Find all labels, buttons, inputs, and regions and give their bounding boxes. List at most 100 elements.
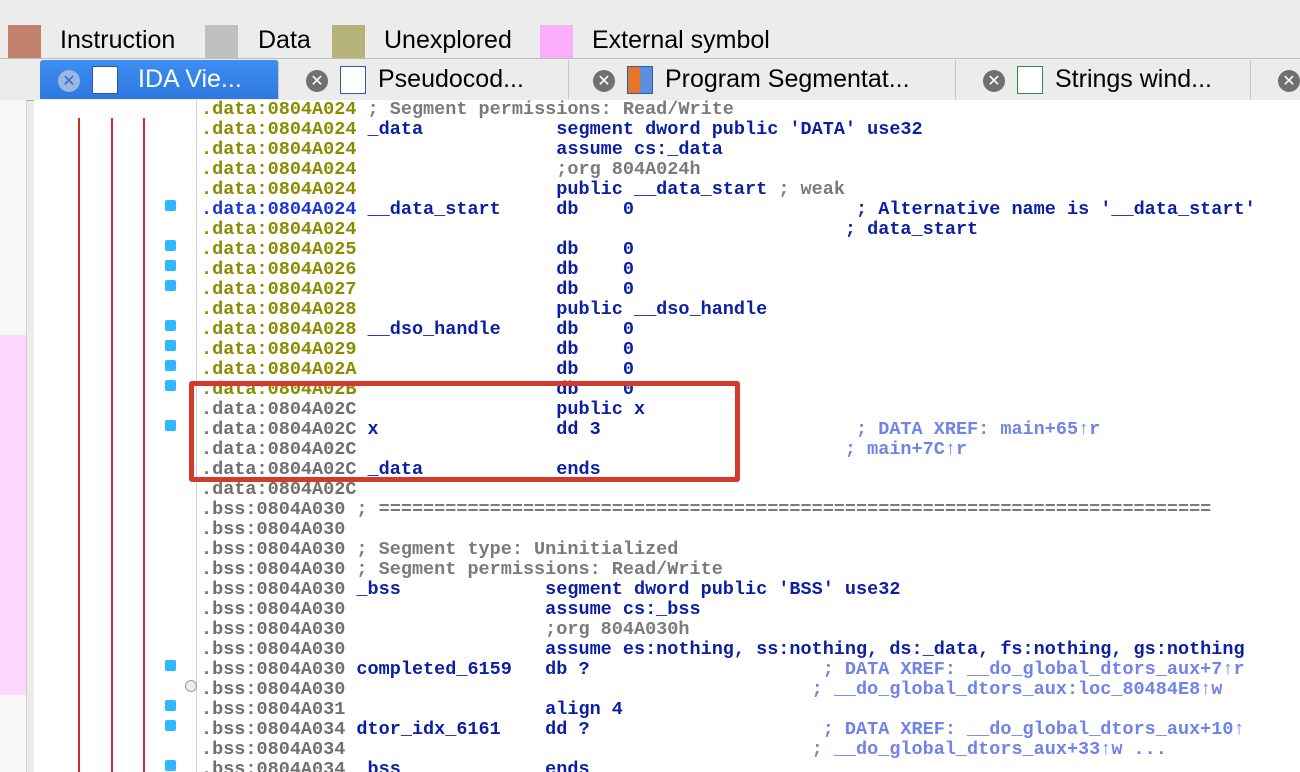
line-comment: ; DATA XREF: main+65↑r [856,419,1101,440]
listing-line[interactable]: .bss:0804A030 assume cs:_bss [201,600,701,620]
breakpoint-dot[interactable] [165,340,176,351]
line-address: .bss:0804A030 [201,679,346,700]
close-icon[interactable]: ✕ [983,70,1005,92]
line-comment: ; weak [778,179,845,200]
line-text: ; Segment type: Uninitialized [345,539,679,560]
breakpoint-dot[interactable] [165,720,176,731]
listing-line[interactable]: .data:0804A024 ;org 804A024h [201,160,701,180]
line-address: .bss:0804A034 [201,719,346,740]
listing-line[interactable]: .data:0804A027 db 0 [201,280,634,300]
line-address: .data:0804A024 [201,159,357,180]
line-comment: ; Alternative name is '__data_start' [856,199,1256,220]
listing-line[interactable]: .bss:0804A034 ; __do_global_dtors_aux+33… [201,740,1167,760]
listing-line[interactable]: .bss:0804A030 ; ========================… [201,500,1211,520]
line-address: .bss:0804A030 [201,559,346,580]
line-text: ;org 804A024h [356,159,701,180]
line-text: ;org 804A030h [345,619,690,640]
close-icon[interactable]: ✕ [1278,70,1300,92]
close-icon[interactable]: ✕ [593,70,615,92]
tab-label: Strings wind... [1055,65,1213,93]
close-icon[interactable]: ✕ [306,70,328,92]
listing-line[interactable]: .bss:0804A030 ; Segment permissions: Rea… [201,560,723,580]
listing-line[interactable]: .data:0804A025 db 0 [201,240,634,260]
line-text: _bss segment dword public 'BSS' use32 [345,579,901,600]
listing-line[interactable]: .bss:0804A031 align 4 [201,700,623,720]
tab-ida-view[interactable]: ✕ IDA Vie... [40,60,279,99]
line-address: .data:0804A025 [201,239,357,260]
listing-line[interactable]: .data:0804A024 assume cs:_data [201,140,723,160]
line-address: .bss:0804A030 [201,579,346,600]
line-address: .data:0804A027 [201,279,357,300]
external-symbol-swatch [540,25,573,58]
listing-line[interactable]: .bss:0804A030 [201,520,345,540]
listing-line[interactable]: .data:0804A024 __data_start db 0 ; Alter… [201,200,1256,220]
breakpoint-dot[interactable] [165,760,176,771]
breakpoint-dot[interactable] [165,200,176,211]
listing-line[interactable]: .data:0804A024 ; data_start [201,220,978,240]
line-text: align 4 [345,699,623,720]
line-comment: ; main+7C↑r [844,439,968,460]
breakpoint-dot[interactable] [165,380,176,391]
line-text: _data segment dword public 'DATA' use32 [356,119,923,140]
flow-arrow-line [78,118,80,772]
breakpoint-dot[interactable] [165,280,176,291]
listing-line[interactable]: .data:0804A026 db 0 [201,260,634,280]
data-swatch [205,25,238,58]
tab-program-segmentation[interactable]: ✕ Program Segmentat... [575,60,956,99]
breakpoint-dot[interactable] [165,420,176,431]
line-address: .bss:0804A030 [201,659,346,680]
tab-next-partial[interactable]: ✕ [1260,60,1300,99]
legend-bar: Instruction Data Unexplored External sym… [0,0,1300,59]
listing-line[interactable]: .data:0804A024 public __data_start ; wea… [201,180,845,200]
tab-strings-window[interactable]: ✕ Strings wind... [965,60,1251,99]
flow-arrow-line [143,118,145,772]
line-address: .bss:0804A030 [201,539,346,560]
line-text: ; Segment permissions: Read/Write [356,100,734,120]
listing-line[interactable]: .data:0804A024 _data segment dword publi… [201,120,923,140]
tab-pseudocode[interactable]: ✕ Pseudocod... [288,60,569,99]
breakpoint-dot[interactable] [165,660,176,671]
flow-arrow-line [111,118,113,772]
line-text: db 0 [356,279,634,300]
listing-line[interactable]: .bss:0804A030 ; __do_global_dtors_aux:lo… [201,680,1222,700]
line-address: .data:0804A024 [201,199,357,220]
line-code: __data_start db 0 [356,199,857,220]
breakpoint-dot[interactable] [165,240,176,251]
line-address: .data:0804A024 [201,119,357,140]
listing-line[interactable]: .data:0804A02A db 0 [201,360,634,380]
listing-line[interactable]: .data:0804A024 ; Segment permissions: Re… [201,100,734,120]
line-text: assume es:nothing, ss:nothing, ds:_data,… [345,639,1245,660]
close-icon[interactable]: ✕ [58,70,80,92]
listing-line[interactable]: .data:0804A028 __dso_handle db 0 [201,320,634,340]
breakpoint-dot[interactable] [165,360,176,371]
line-text: db 0 [356,359,634,380]
listing-line[interactable]: .bss:0804A034 _bss ends [201,760,590,772]
breakpoint-dot[interactable] [165,700,176,711]
listing-line[interactable]: .data:0804A02C [201,480,356,500]
line-code: completed_6159 db ? [345,659,823,680]
listing-line[interactable]: .bss:0804A034 dtor_idx_6161 dd ? ; DATA … [201,720,1245,740]
listing-line[interactable]: .bss:0804A030 ;org 804A030h [201,620,689,640]
listing-line[interactable]: .data:0804A029 db 0 [201,340,634,360]
tab-bar: ✕ IDA Vie... ✕ Pseudocod... ✕ Program Se… [0,59,1300,152]
line-comment: ; DATA XREF: __do_global_dtors_aux+7↑r [822,659,1245,680]
listing-line[interactable]: .data:0804A028 public __dso_handle [201,300,767,320]
line-text: public __dso_handle [356,299,768,320]
listing-line[interactable]: .bss:0804A030 completed_6159 db ? ; DATA… [201,660,1245,680]
line-text: assume cs:_bss [345,599,701,620]
line-text: db 0 [356,339,634,360]
listing-line[interactable]: .bss:0804A030 ; Segment type: Uninitiali… [201,540,678,560]
navigation-strip[interactable] [0,100,27,772]
breakpoint-dot[interactable] [165,320,176,331]
marker-dot [185,680,197,692]
listing-line[interactable]: .bss:0804A030 _bss segment dword public … [201,580,900,600]
breakpoint-dot[interactable] [165,260,176,271]
tab-previous-partial[interactable] [0,60,28,152]
line-comment: ; __do_global_dtors_aux:loc_80484E8↑w [811,679,1223,700]
line-code: dtor_idx_6161 dd ? [345,719,823,740]
line-code: public __data_start [356,179,779,200]
listing-line[interactable]: .bss:0804A030 assume es:nothing, ss:noth… [201,640,1245,660]
